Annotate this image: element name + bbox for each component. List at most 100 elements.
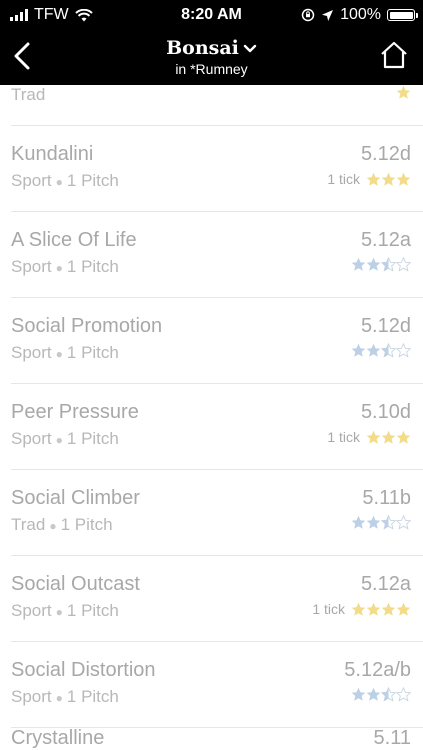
route-pitches: 1 Pitch (66, 257, 119, 276)
star-icon (351, 515, 366, 529)
star-rating (366, 430, 411, 445)
header-bar: TFW 8:20 AM 100% Bonsai in *Rumney (0, 0, 423, 85)
route-name: Social Distortion (11, 659, 156, 681)
empty-star-icon (396, 257, 411, 272)
rating-group: 1 tick (327, 429, 411, 445)
home-icon[interactable] (379, 40, 409, 70)
battery-percent: 100% (340, 6, 381, 23)
tick-count: 1 tick (312, 601, 345, 617)
route-pitches: 1 Pitch (66, 343, 119, 362)
route-list: Trad Kundalini Sport ● 1 Pitch 5.12d 1 tick A … (0, 85, 423, 728)
route-grade: 5.12d (360, 315, 411, 337)
star-icon (366, 602, 381, 616)
separator-dot-icon: ● (55, 346, 63, 361)
route-meta: Sport ● 1 Pitch (11, 687, 119, 707)
route-meta: Sport ● 1 Pitch (11, 601, 119, 621)
list-item[interactable]: Social Promotion Sport ● 1 Pitch 5.12d (11, 298, 423, 384)
route-meta: Sport ● 1 Pitch (11, 343, 119, 363)
list-item[interactable]: Kundalini Sport ● 1 Pitch 5.12d 1 tick (11, 126, 423, 212)
separator-dot-icon: ● (55, 690, 63, 705)
route-pitches: 1 Pitch (66, 429, 119, 448)
route-name: Kundalini (11, 143, 94, 165)
route-grade: 5.12a (360, 573, 411, 595)
route-grade: 5.12d (360, 143, 411, 165)
list-item[interactable]: Trad (11, 85, 423, 126)
tick-count: 1 tick (327, 429, 360, 445)
rating-group (351, 343, 411, 358)
star-rating (351, 343, 411, 358)
list-item[interactable]: Peer Pressure Sport ● 1 Pitch 5.10d 1 tick (11, 384, 423, 470)
star-rating (351, 257, 411, 272)
star-icon (366, 172, 381, 186)
star-rating (396, 85, 411, 100)
separator-dot-icon: ● (55, 260, 63, 275)
route-meta: Trad ● 1 Pitch (11, 515, 113, 535)
route-meta: Sport ● 1 Pitch (11, 257, 119, 277)
list-item[interactable]: Social Climber Trad ● 1 Pitch 5.11b (11, 470, 423, 556)
route-type: Sport (11, 171, 52, 190)
route-type: Trad (11, 85, 46, 104)
star-icon (351, 257, 366, 271)
list-item[interactable]: A Slice Of Life Sport ● 1 Pitch 5.12a (11, 212, 423, 298)
star-icon (396, 602, 411, 616)
route-name: Crystalline (11, 727, 105, 749)
star-rating (351, 515, 411, 530)
separator-dot-icon: ● (49, 518, 57, 533)
star-rating (351, 687, 411, 702)
rating-group (351, 687, 411, 702)
star-icon (381, 172, 396, 186)
star-icon (381, 430, 396, 444)
star-icon (396, 172, 411, 186)
empty-star-icon (396, 515, 411, 530)
separator-dot-icon: ● (55, 174, 63, 189)
star-icon (366, 430, 381, 444)
rotation-lock-icon (301, 8, 315, 22)
route-grade: 5.11b (362, 487, 411, 509)
route-name: Peer Pressure (11, 401, 139, 423)
empty-star-icon (396, 343, 411, 358)
status-bar: TFW 8:20 AM 100% (0, 0, 423, 30)
route-pitches: 1 Pitch (66, 687, 119, 706)
parent-area-subtitle: in *Rumney (175, 61, 248, 77)
star-icon (351, 343, 366, 357)
area-title-dropdown[interactable]: Bonsai (0, 37, 423, 59)
star-icon (351, 602, 366, 616)
list-item[interactable]: Social Outcast Sport ● 1 Pitch 5.12a 1 tick (11, 556, 423, 642)
half-star-icon (381, 687, 396, 702)
route-name: Social Outcast (11, 573, 140, 595)
route-type: Sport (11, 429, 52, 448)
rating-group (351, 257, 411, 272)
half-star-icon (381, 257, 396, 272)
half-star-icon (381, 515, 396, 530)
route-name: Social Climber (11, 487, 140, 509)
chevron-down-icon (243, 44, 257, 53)
route-type: Sport (11, 687, 52, 706)
half-star-icon (381, 343, 396, 358)
star-icon (396, 85, 411, 99)
route-grade: 5.12a/b (344, 659, 411, 681)
route-type: Sport (11, 601, 52, 620)
route-type: Trad (11, 515, 46, 534)
route-meta: Sport ● 1 Pitch (11, 171, 119, 191)
route-pitches: 1 Pitch (66, 171, 119, 190)
route-type: Sport (11, 343, 52, 362)
star-icon (351, 687, 366, 701)
route-grade: 5.12a (360, 229, 411, 251)
separator-dot-icon: ● (55, 604, 63, 619)
empty-star-icon (396, 687, 411, 702)
rating-group: 1 tick (327, 171, 411, 187)
list-item[interactable]: Social Distortion Sport ● 1 Pitch 5.12a/b (11, 642, 423, 728)
route-name: A Slice Of Life (11, 229, 137, 251)
list-item-partial[interactable]: Crystalline (11, 727, 104, 750)
separator-dot-icon: ● (55, 432, 63, 447)
route-pitches: 1 Pitch (66, 601, 119, 620)
battery-icon (387, 9, 418, 21)
star-icon (381, 602, 396, 616)
route-meta: Sport ● 1 Pitch (11, 429, 119, 449)
route-grade: 5.10d (360, 401, 411, 423)
star-rating (366, 172, 411, 187)
route-grade: 5.11 (373, 727, 411, 749)
route-name: Social Promotion (11, 315, 163, 337)
rating-group (351, 515, 411, 530)
star-icon (366, 257, 381, 271)
